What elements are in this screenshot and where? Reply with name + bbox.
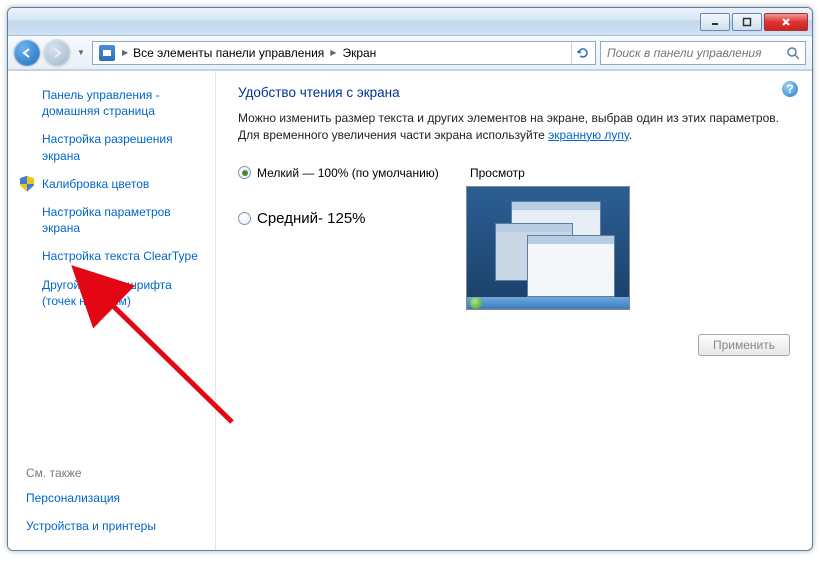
sidebar-item-devices-printers[interactable]: Устройства и принтеры (8, 512, 215, 540)
back-button[interactable] (14, 40, 40, 66)
maximize-button[interactable] (732, 13, 762, 31)
option-medium-label: Средний- 125% (257, 210, 366, 227)
sidebar-item-resolution[interactable]: Настройка разрешения экрана (8, 125, 215, 169)
magnifier-link[interactable]: экранную лупу (548, 128, 629, 142)
breadcrumb: Все элементы панели управления ▶ Экран (131, 46, 378, 60)
address-bar[interactable]: ▶ Все элементы панели управления ▶ Экран (92, 41, 596, 65)
history-dropdown[interactable]: ▼ (74, 43, 88, 63)
maximize-icon (742, 17, 752, 27)
search-icon (786, 46, 799, 60)
preview-window-icon (527, 235, 615, 297)
apply-button[interactable]: Применить (698, 334, 790, 356)
option-medium-row[interactable]: Средний- 125% (238, 210, 448, 227)
breadcrumb-level1[interactable]: Все элементы панели управления (131, 46, 326, 60)
radio-small[interactable] (238, 166, 251, 179)
preview-block: Просмотр (466, 166, 630, 310)
window-controls (698, 13, 808, 31)
option-small-label: Мелкий — 100% (по умолчанию) (257, 166, 439, 180)
see-also-heading: См. также (8, 460, 215, 484)
sidebar-item-custom-dpi[interactable]: Другой размер шрифта (точек на дюйм) (8, 271, 215, 315)
arrow-left-icon (21, 47, 33, 59)
chevron-right-icon: ▶ (119, 48, 131, 57)
page-description: Можно изменить размер текста и других эл… (238, 110, 790, 144)
refresh-icon (576, 46, 590, 60)
navbar: ▼ ▶ Все элементы панели управления ▶ Экр… (8, 36, 812, 70)
main-panel: ? Удобство чтения с экрана Можно изменит… (216, 71, 812, 550)
minimize-icon (710, 17, 720, 27)
chevron-right-icon: ▶ (328, 48, 338, 57)
radio-medium[interactable] (238, 212, 251, 225)
minimize-button[interactable] (700, 13, 730, 31)
preview-start-icon (470, 297, 482, 309)
search-input[interactable] (607, 46, 786, 60)
content-area: Панель управления - домашняя страница На… (8, 70, 812, 550)
display-icon (99, 45, 115, 61)
close-icon (780, 16, 792, 28)
control-panel-window: ▼ ▶ Все элементы панели управления ▶ Экр… (7, 7, 813, 551)
sidebar: Панель управления - домашняя страница На… (8, 71, 216, 550)
arrow-right-icon (51, 47, 63, 59)
forward-button[interactable] (44, 40, 70, 66)
sidebar-item-cleartype[interactable]: Настройка текста ClearType (8, 242, 215, 270)
page-title: Удобство чтения с экрана (238, 85, 790, 100)
help-button[interactable]: ? (782, 81, 798, 97)
scale-options: Мелкий — 100% (по умолчанию) Средний- 12… (238, 166, 790, 310)
titlebar (8, 8, 812, 36)
close-button[interactable] (764, 13, 808, 31)
breadcrumb-level2[interactable]: Экран (340, 46, 378, 60)
sidebar-item-display-settings[interactable]: Настройка параметров экрана (8, 198, 215, 242)
sidebar-item-calibration[interactable]: Калибровка цветов (8, 170, 215, 198)
preview-taskbar-icon (467, 297, 629, 309)
refresh-button[interactable] (571, 42, 593, 64)
search-box[interactable] (600, 41, 806, 65)
preview-label: Просмотр (466, 166, 630, 180)
preview-thumbnail (466, 186, 630, 310)
sidebar-item-home[interactable]: Панель управления - домашняя страница (8, 81, 215, 125)
sidebar-item-personalization[interactable]: Персонализация (8, 484, 215, 512)
option-small-row[interactable]: Мелкий — 100% (по умолчанию) (238, 166, 448, 180)
